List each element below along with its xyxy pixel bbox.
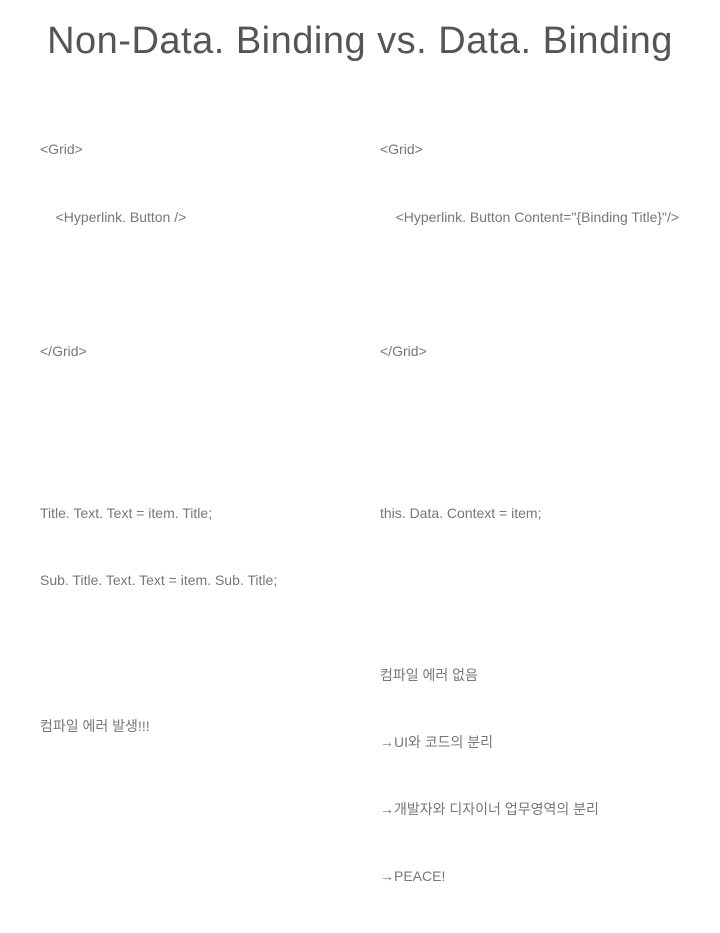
code-line: <Hyperlink. Button Content="{Binding Tit… [380,206,680,228]
slide: Non-Data. Binding vs. Data. Binding <Gri… [0,0,720,540]
arrow-icon: → [380,868,394,884]
right-code-block: this. Data. Context = item; [380,457,680,569]
columns: <Grid> <Hyperlink. Button /> </Grid> Tit… [40,94,680,933]
note-line: →개발자와 디자이너 업무영역의 분리 [380,798,680,820]
code-line: Sub. Title. Text. Text = item. Sub. Titl… [40,569,340,591]
code-line: <Grid> [40,138,340,160]
code-line: this. Data. Context = item; [380,502,680,524]
note-line: →PEACE! [380,865,680,887]
right-column: <Grid> <Hyperlink. Button Content="{Bind… [380,94,680,933]
note-line: 컴파일 에러 없음 [380,664,680,686]
left-column: <Grid> <Hyperlink. Button /> </Grid> Tit… [40,94,340,933]
arrow-icon: → [380,734,394,750]
left-xaml-block: <Grid> <Hyperlink. Button /> </Grid> [40,94,340,407]
code-line: </Grid> [380,340,680,362]
left-code-block: Title. Text. Text = item. Title; Sub. Ti… [40,457,340,636]
slide-title: Non-Data. Binding vs. Data. Binding [40,20,680,64]
code-line: Title. Text. Text = item. Title; [40,502,340,524]
right-xaml-block: <Grid> <Hyperlink. Button Content="{Bind… [380,94,680,407]
arrow-icon: → [380,801,394,817]
code-line: <Grid> [380,138,680,160]
code-line: </Grid> [40,340,340,362]
note-line: →UI와 코드의 분리 [380,731,680,753]
note-line: 컴파일 에러 발생!!! [40,715,340,737]
code-line: <Hyperlink. Button /> [40,206,340,228]
left-note-block: 컴파일 에러 발생!!! [40,670,340,782]
right-note-block: 컴파일 에러 없음 →UI와 코드의 분리 →개발자와 디자이너 업무영역의 분… [380,619,680,932]
